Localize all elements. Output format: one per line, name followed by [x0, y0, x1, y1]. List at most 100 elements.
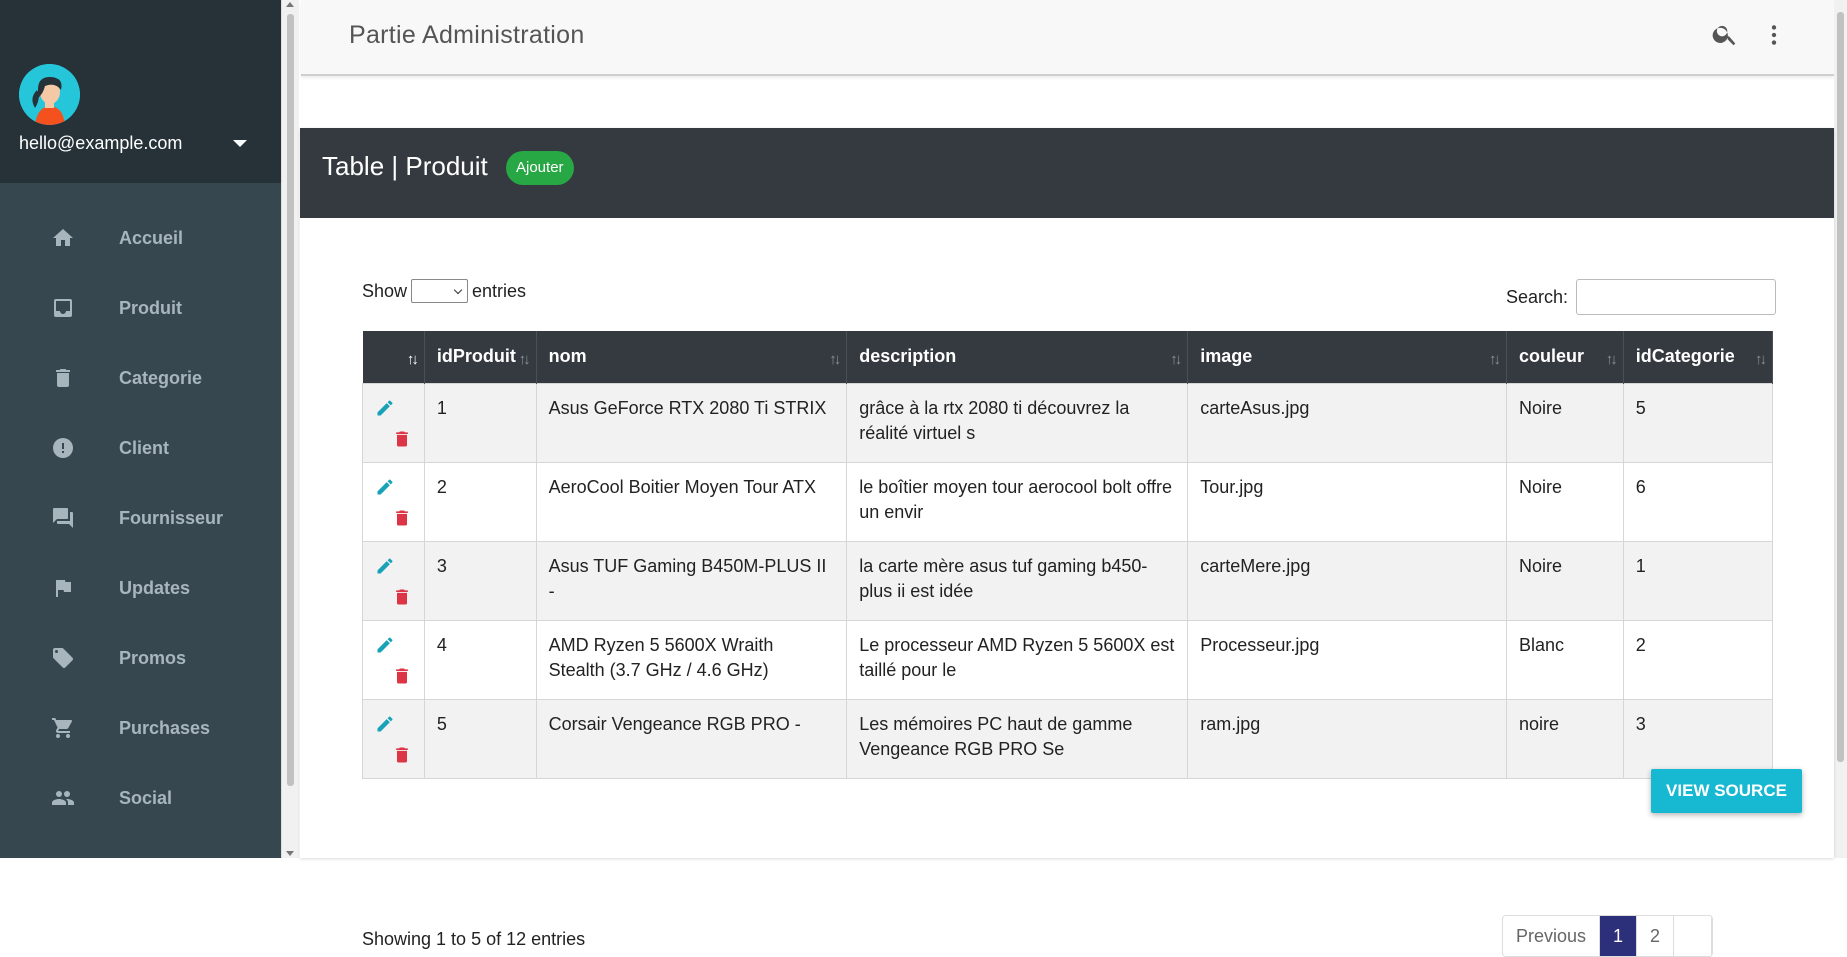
- cell-idcategorie: 6: [1622, 461, 1774, 542]
- delete-icon[interactable]: [392, 665, 412, 694]
- column-label: idCategorie: [1635, 346, 1735, 367]
- search-input[interactable]: [1576, 279, 1777, 315]
- cell-couleur: Noire: [1506, 382, 1624, 463]
- sidebar-item-fournisseur[interactable]: Fournisseur: [0, 483, 281, 553]
- actions-column-header[interactable]: ↑↓: [362, 331, 425, 383]
- cell-description: grâce à la rtx 2080 ti découvrez la réal…: [846, 382, 1189, 463]
- column-label: couleur: [1519, 346, 1585, 367]
- inbox-icon: [50, 296, 76, 320]
- user-menu-caret-icon[interactable]: [233, 140, 247, 147]
- sidebar-item-client[interactable]: Client: [0, 413, 281, 483]
- people-icon: [50, 786, 76, 810]
- user-panel: hello@example.com: [0, 0, 281, 183]
- column-header-nom[interactable]: nom ↑↓: [536, 331, 848, 383]
- delete-icon[interactable]: [392, 586, 412, 615]
- pagination-page-1[interactable]: 1: [1600, 916, 1638, 956]
- sidebar-item-label: Produit: [119, 297, 182, 318]
- cell-idproduit: 4: [423, 619, 537, 700]
- column-label: idProduit: [436, 346, 516, 367]
- sort-icon: ↑↓: [1489, 351, 1501, 368]
- sidebar-item-produit[interactable]: Produit: [0, 273, 281, 343]
- scrollbar-thumb[interactable]: [287, 14, 294, 786]
- cell-couleur: noire: [1506, 698, 1624, 779]
- trash-icon: [50, 366, 76, 390]
- cell-description: Le processeur AMD Ryzen 5 5600X est tail…: [846, 619, 1189, 700]
- cell-idcategorie: 5: [1622, 382, 1774, 463]
- scroll-up-icon[interactable]: [286, 2, 294, 7]
- length-show-label: Show: [362, 280, 408, 301]
- edit-icon[interactable]: [375, 556, 395, 583]
- forum-icon: [50, 506, 76, 530]
- top-bar: Partie Administration: [301, 0, 1834, 76]
- cell-idcategorie: 1: [1622, 540, 1774, 621]
- column-header-idproduit[interactable]: idProduit ↑↓: [424, 331, 537, 383]
- edit-icon[interactable]: [375, 714, 395, 741]
- edit-icon[interactable]: [375, 477, 395, 504]
- sidebar-item-label: Purchases: [119, 717, 211, 738]
- sidebar-item-label: Accueil: [119, 227, 184, 248]
- row-actions: [362, 619, 425, 700]
- page-scrollbar[interactable]: [1834, 0, 1847, 858]
- cell-nom: AeroCool Boitier Moyen Tour ATX: [535, 461, 848, 542]
- cell-image: carteMere.jpg: [1187, 540, 1508, 621]
- sidebar-item-categorie[interactable]: Categorie: [0, 343, 281, 413]
- table-header-row: ↑↓ idProduit ↑↓ nom ↑↓ description ↑↓ image…: [362, 331, 1774, 383]
- row-actions: [362, 540, 425, 621]
- column-header-description[interactable]: description ↑↓: [846, 331, 1189, 383]
- search-icon[interactable]: [1711, 20, 1739, 53]
- cell-description: la carte mère asus tuf gaming b450-plus …: [846, 540, 1189, 621]
- cell-nom: Asus GeForce RTX 2080 Ti STRIX: [535, 382, 848, 463]
- length-entries-label: entries: [472, 280, 527, 301]
- column-header-idcategorie[interactable]: idCategorie ↑↓: [1623, 331, 1774, 383]
- entries-length-control: Show entries: [362, 279, 526, 303]
- scrollbar-thumb[interactable]: [1837, 12, 1844, 762]
- cell-couleur: Noire: [1506, 461, 1624, 542]
- home-icon: [50, 226, 76, 250]
- more-vert-icon[interactable]: [1761, 22, 1787, 53]
- sidebar-item-label: Fournisseur: [119, 507, 224, 528]
- cell-image: ram.jpg: [1187, 698, 1508, 779]
- user-email: hello@example.com: [19, 133, 183, 153]
- sidebar-item-label: Promos: [119, 647, 187, 668]
- sidebar-scrollbar[interactable]: [281, 0, 299, 858]
- pagination-next[interactable]: [1674, 916, 1713, 956]
- pagination-previous[interactable]: Previous: [1503, 916, 1601, 956]
- edit-icon[interactable]: [375, 635, 395, 662]
- pagination-page-2[interactable]: 2: [1637, 916, 1675, 956]
- table-search: Search:: [1506, 279, 1777, 315]
- edit-icon[interactable]: [375, 398, 395, 425]
- table-row: 2 AeroCool Boitier Moyen Tour ATX le boî…: [362, 461, 1774, 542]
- page-title: Partie Administration: [349, 21, 585, 49]
- add-button[interactable]: Ajouter: [506, 151, 574, 185]
- sort-icon: ↑↓: [1755, 351, 1767, 368]
- sidebar-item-label: Social: [119, 787, 173, 808]
- delete-icon[interactable]: [392, 507, 412, 536]
- user-avatar[interactable]: [19, 64, 80, 125]
- column-header-image[interactable]: image ↑↓: [1187, 331, 1508, 383]
- delete-icon[interactable]: [392, 428, 412, 457]
- products-table: ↑↓ idProduit ↑↓ nom ↑↓ description ↑↓ image…: [362, 331, 1774, 779]
- sort-icon: ↑↓: [1170, 351, 1182, 368]
- sort-icon: ↑↓: [518, 351, 531, 368]
- column-header-couleur[interactable]: couleur ↑↓: [1506, 331, 1624, 383]
- sidebar-item-accueil[interactable]: Accueil: [0, 203, 281, 273]
- tag-icon: [50, 646, 76, 670]
- sort-icon: ↑↓: [1605, 351, 1618, 368]
- cell-nom: Corsair Vengeance RGB PRO -: [535, 698, 848, 779]
- sidebar-item-social[interactable]: Social: [0, 763, 281, 833]
- row-actions: [362, 461, 425, 542]
- cell-image: carteAsus.jpg: [1187, 382, 1508, 463]
- sidebar-item-label: Categorie: [119, 367, 203, 388]
- cell-description: le boîtier moyen tour aerocool bolt offr…: [846, 461, 1189, 542]
- sidebar-item-purchases[interactable]: Purchases: [0, 693, 281, 763]
- view-source-button[interactable]: VIEW SOURCE: [1651, 769, 1802, 813]
- entries-select[interactable]: [411, 279, 469, 303]
- scroll-down-icon[interactable]: [286, 851, 294, 856]
- product-table-card: Table | Produit Ajouter Show entries Sea…: [300, 128, 1834, 957]
- cell-nom: Asus TUF Gaming B450M-PLUS II -: [535, 540, 848, 621]
- sidebar-item-updates[interactable]: Updates: [0, 553, 281, 623]
- sidebar-item-promos[interactable]: Promos: [0, 623, 281, 693]
- delete-icon[interactable]: [392, 744, 412, 773]
- cell-idproduit: 5: [423, 698, 537, 779]
- cell-image: Tour.jpg: [1187, 461, 1508, 542]
